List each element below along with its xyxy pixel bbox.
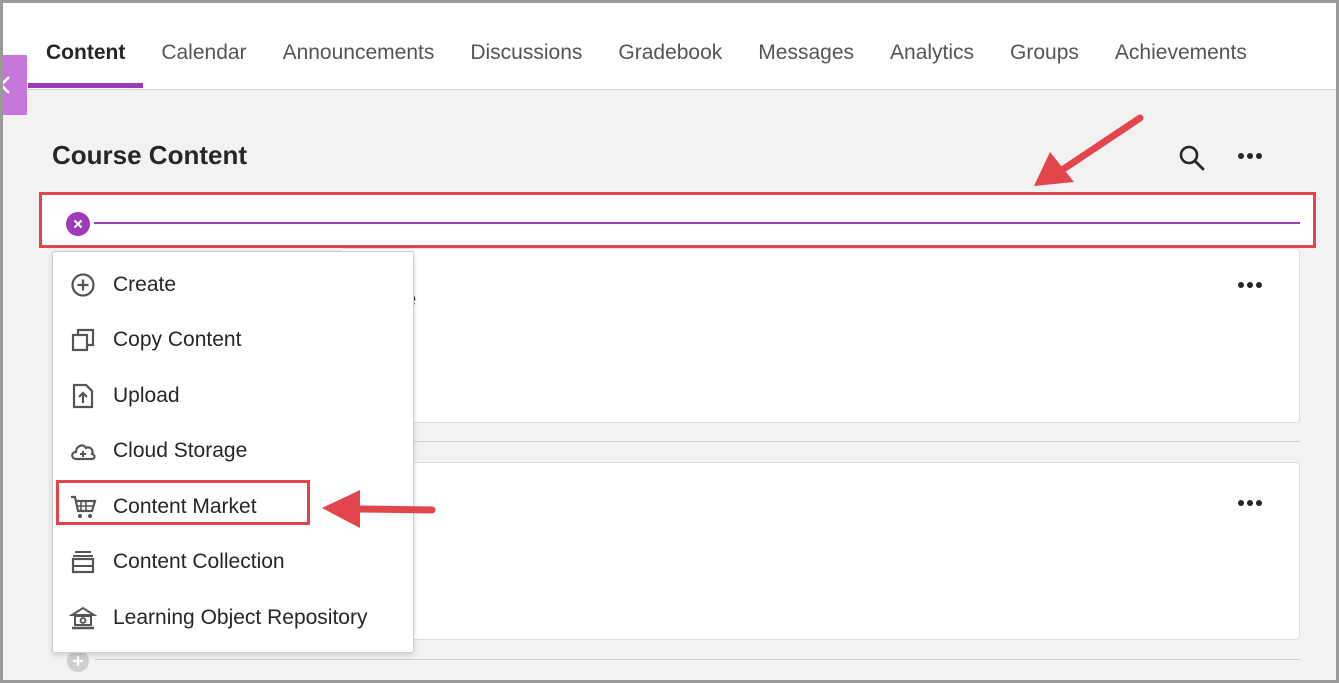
menu-item-label: Upload	[113, 383, 180, 407]
repository-icon	[69, 604, 97, 632]
add-content-button[interactable]	[67, 650, 89, 672]
collection-icon	[69, 548, 97, 576]
tab-calendar[interactable]: Calendar	[143, 21, 264, 85]
chevron-left-icon	[0, 76, 10, 94]
tab-content[interactable]: Content	[28, 21, 144, 88]
more-dots-icon	[1238, 500, 1262, 506]
menu-item-label: Copy Content	[113, 328, 242, 352]
menu-item-create[interactable]: Create	[53, 257, 413, 313]
copy-icon	[69, 326, 97, 354]
menu-item-copy-content[interactable]: Copy Content	[53, 313, 413, 369]
search-button[interactable]	[1177, 143, 1207, 173]
tab-gradebook[interactable]: Gradebook	[600, 21, 740, 85]
annotation-arrow-icon	[1034, 114, 1144, 186]
annotation-highlight-box	[56, 480, 310, 525]
cloud-plus-icon	[69, 437, 97, 465]
course-top-nav: Content Calendar Announcements Discussio…	[3, 3, 1336, 90]
upload-file-icon	[69, 382, 97, 410]
menu-item-label: Create	[113, 272, 177, 296]
close-icon	[73, 219, 83, 229]
page-title: Course Content	[52, 140, 247, 170]
more-dots-icon	[1238, 282, 1262, 288]
menu-item-cloud-storage[interactable]: Cloud Storage	[53, 424, 413, 480]
add-content-menu: Create Copy Content Upload Cloud Storage…	[52, 251, 414, 653]
search-icon	[1179, 145, 1205, 171]
content-card[interactable]	[340, 248, 1300, 423]
plus-icon	[73, 656, 83, 666]
tab-groups[interactable]: Groups	[992, 21, 1097, 85]
tab-discussions[interactable]: Discussions	[452, 21, 600, 85]
tab-achievements[interactable]: Achievements	[1097, 21, 1265, 85]
menu-item-content-collection[interactable]: Content Collection	[53, 535, 413, 591]
add-content-line	[94, 222, 1300, 224]
tab-messages[interactable]: Messages	[740, 21, 872, 85]
collapse-panel-button[interactable]	[0, 55, 27, 115]
plus-circle-icon	[69, 271, 97, 299]
page-more-options-button[interactable]	[1236, 146, 1266, 166]
more-dots-icon	[1238, 153, 1262, 159]
content-divider	[95, 659, 1300, 660]
content-card[interactable]	[340, 462, 1300, 640]
menu-item-label: Cloud Storage	[113, 439, 248, 463]
nav-tabs: Content Calendar Announcements Discussio…	[28, 21, 1265, 90]
menu-item-learning-object-repository[interactable]: Learning Object Repository	[53, 590, 413, 646]
card-more-options-button[interactable]	[1236, 277, 1266, 293]
tab-analytics[interactable]: Analytics	[872, 21, 992, 85]
menu-item-label: Content Collection	[113, 550, 285, 574]
close-add-menu-button[interactable]	[66, 212, 90, 236]
annotation-highlight-box	[39, 192, 1316, 248]
tab-announcements[interactable]: Announcements	[265, 21, 453, 85]
menu-item-upload[interactable]: Upload	[53, 368, 413, 424]
content-divider	[414, 441, 1300, 442]
card-more-options-button[interactable]	[1236, 495, 1266, 511]
menu-item-label: Learning Object Repository	[113, 605, 368, 629]
